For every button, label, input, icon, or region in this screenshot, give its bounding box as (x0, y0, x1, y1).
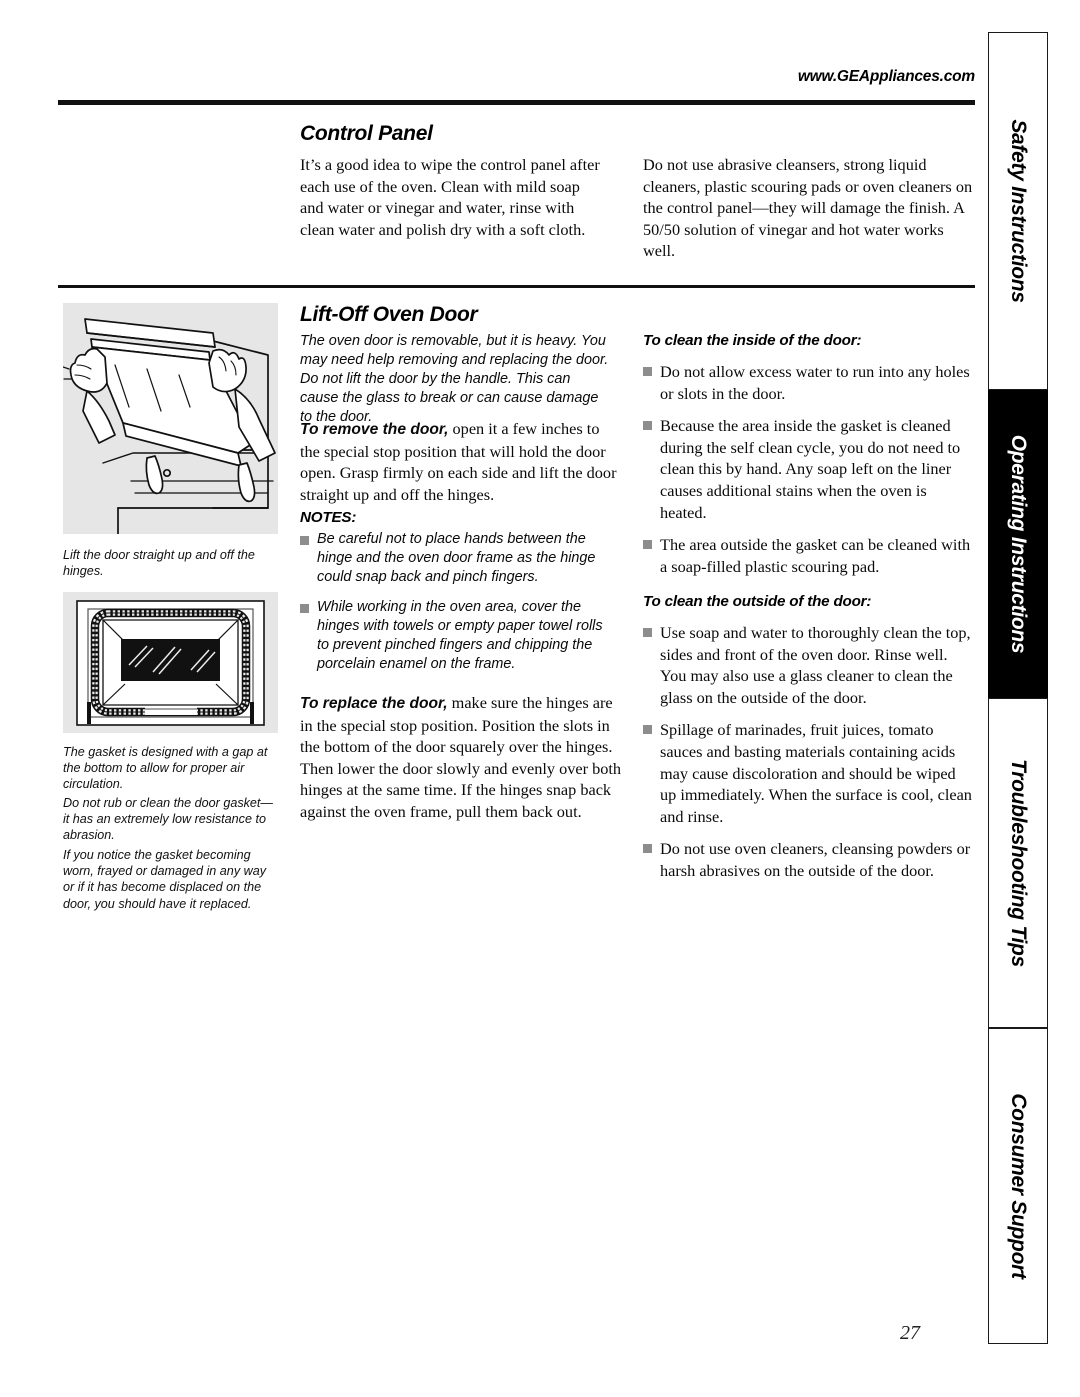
clean-inside-item-text: The area outside the gasket can be clean… (660, 535, 971, 576)
clean-inside-item-text: Because the area inside the gasket is cl… (660, 416, 961, 522)
manual-page: www.GEAppliances.com Control Panel It’s … (0, 0, 1080, 1397)
oven-door-gasket-illustration (63, 592, 278, 733)
section-tab-strip: Safety Instructions Operating Instructio… (988, 32, 1048, 1344)
control-panel-paragraph-left: It’s a good idea to wipe the control pan… (300, 155, 600, 239)
tab-consumer-support[interactable]: Consumer Support (988, 1028, 1048, 1344)
clean-outside-list-item: Do not use oven cleaners, cleansing powd… (643, 838, 975, 881)
notes-item-text: Be careful not to place hands between th… (317, 531, 596, 585)
clean-outside-list: Use soap and water to thoroughly clean t… (643, 622, 975, 882)
notes-heading: NOTES: (300, 509, 357, 526)
figure-caption-door-lift: Lift the door straight up and off the hi… (63, 548, 255, 579)
notes-item-text: While working in the oven area, cover th… (317, 599, 603, 672)
clean-outside-item-text: Spillage of marinades, fruit juices, tom… (660, 720, 972, 826)
to-replace-door-paragraph: To replace the door, make sure the hinge… (300, 692, 624, 823)
control-panel-paragraph-right: Do not use abrasive cleansers, strong li… (643, 155, 973, 261)
to-remove-door-lead: To remove the door, (300, 421, 449, 438)
clean-outside-heading: To clean the outside of the door: (643, 593, 872, 610)
to-replace-door-body: make sure the hinges are in the special … (300, 693, 622, 821)
to-replace-door-lead: To replace the door, (300, 695, 448, 712)
clean-inside-heading: To clean the inside of the door: (643, 332, 862, 349)
tab-label: Operating Instructions (1007, 434, 1030, 654)
section-title-lift-off-oven-door: Lift-Off Oven Door (300, 303, 478, 326)
clean-inside-list: Do not allow excess water to run into an… (643, 361, 973, 577)
lift-off-intro-paragraph: The oven door is removable, but it is he… (300, 333, 609, 425)
clean-inside-list-item: The area outside the gasket can be clean… (643, 534, 973, 577)
section-divider-rule (58, 285, 975, 288)
tab-label: Troubleshooting Tips (1007, 759, 1030, 967)
notes-list: Be careful not to place hands between th… (300, 530, 615, 674)
tab-label: Safety Instructions (1007, 119, 1030, 303)
figure-caption-gasket-replace: If you notice the gasket becoming worn, … (63, 848, 267, 911)
oven-door-lift-illustration (62, 303, 278, 535)
clean-inside-list-item: Because the area inside the gasket is cl… (643, 415, 973, 523)
clean-inside-list-item: Do not allow excess water to run into an… (643, 361, 973, 404)
clean-inside-item-text: Do not allow excess water to run into an… (660, 362, 970, 403)
tab-troubleshooting-tips[interactable]: Troubleshooting Tips (988, 698, 1048, 1028)
page-number: 27 (900, 1322, 920, 1344)
site-url: www.GEAppliances.com (797, 68, 975, 85)
tab-label: Consumer Support (1007, 1093, 1030, 1279)
tab-safety-instructions[interactable]: Safety Instructions (988, 32, 1048, 390)
to-remove-door-paragraph: To remove the door, open it a few inches… (300, 418, 620, 505)
figure-caption-gasket-rub: Do not rub or clean the door gasket—it h… (63, 796, 274, 843)
clean-outside-list-item: Spillage of marinades, fruit juices, tom… (643, 719, 975, 827)
clean-outside-list-item: Use soap and water to thoroughly clean t… (643, 622, 975, 708)
header-divider-rule (58, 100, 975, 105)
clean-outside-item-text: Use soap and water to thoroughly clean t… (660, 623, 971, 707)
clean-outside-item-text: Do not use oven cleaners, cleansing powd… (660, 839, 971, 880)
section-title-control-panel: Control Panel (300, 122, 433, 145)
tab-operating-instructions[interactable]: Operating Instructions (988, 390, 1048, 698)
notes-list-item: Be careful not to place hands between th… (300, 530, 615, 587)
notes-list-item: While working in the oven area, cover th… (300, 598, 615, 674)
figure-caption-gasket-gap: The gasket is designed with a gap at the… (63, 745, 268, 792)
